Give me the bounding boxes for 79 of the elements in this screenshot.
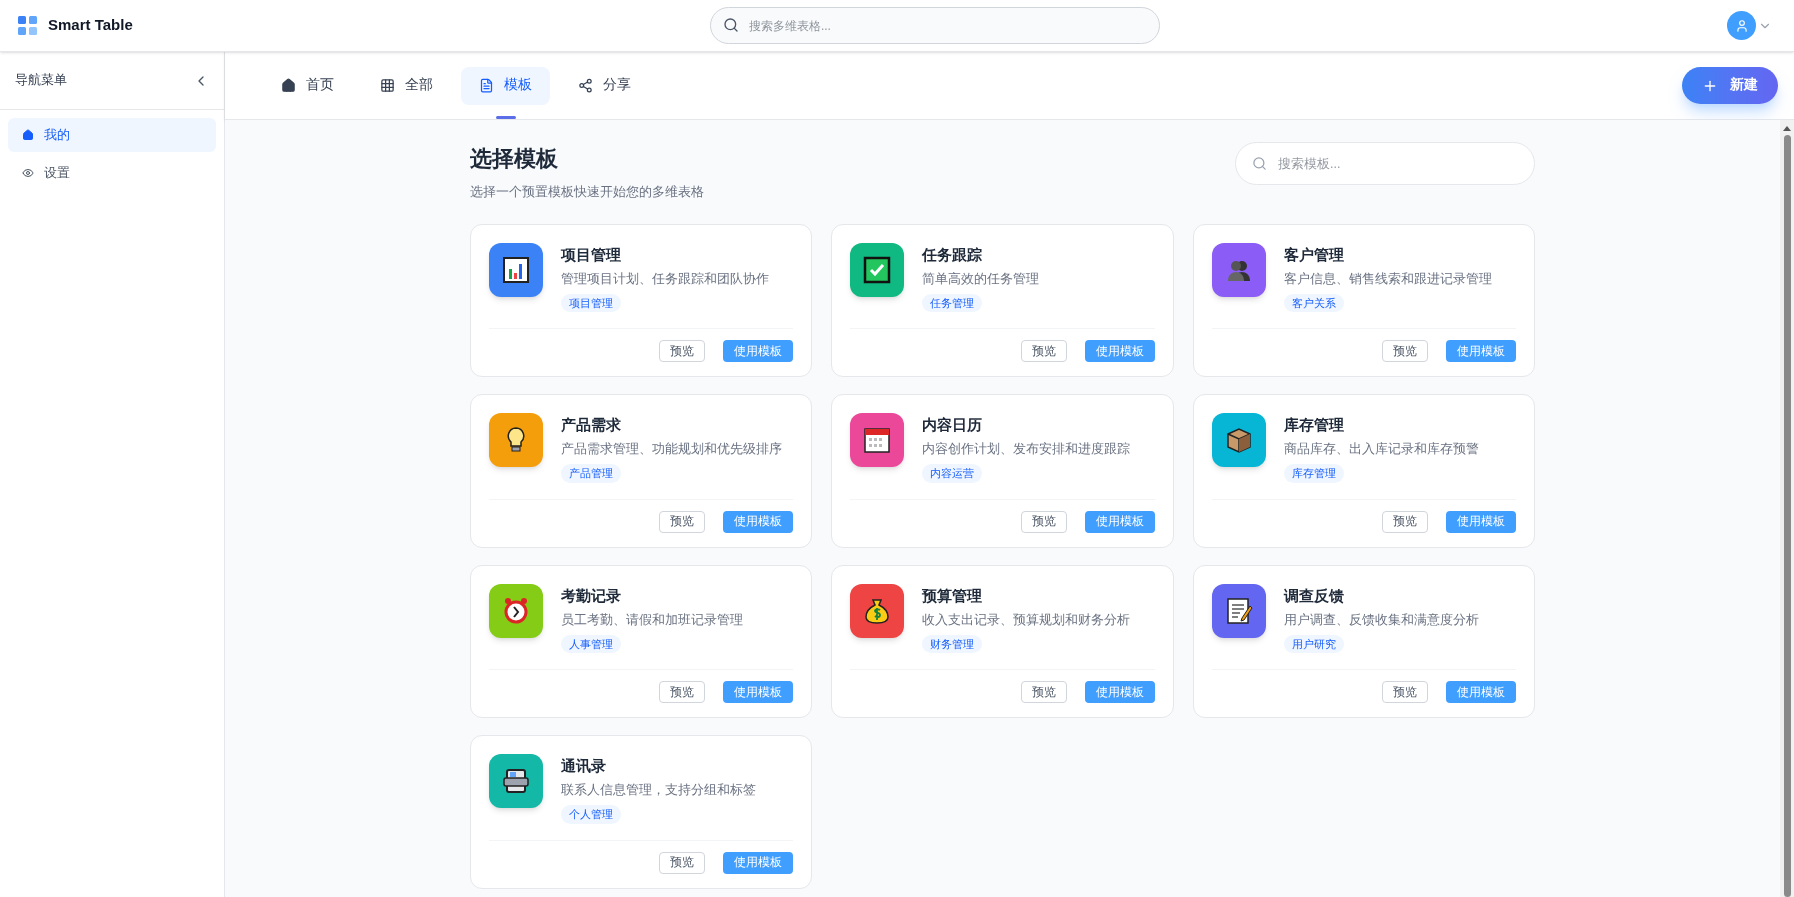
template-card[interactable]: 调查反馈 用户调查、反馈收集和满意度分析 用户研究 预览 使用模板 xyxy=(1192,564,1535,719)
template-card[interactable]: 预算管理 收入支出记录、预算规划和财务分析 财务管理 预览 使用模板 xyxy=(831,564,1174,719)
share-icon xyxy=(578,78,593,93)
template-card[interactable]: 内容日历 内容创作计划、发布安排和进度跟踪 内容运营 预览 使用模板 xyxy=(831,394,1174,548)
calendar-icon xyxy=(862,425,893,456)
template-title: 任务跟踪 xyxy=(922,244,983,265)
category-tag: 人事管理 xyxy=(561,634,621,654)
search-icon xyxy=(1252,156,1267,171)
template-card[interactable]: 客户管理 客户信息、销售线索和跟进记录管理 客户关系 预览 使用模板 xyxy=(1192,223,1535,378)
preview-button[interactable]: 预览 xyxy=(1382,510,1428,533)
sidebar-item[interactable]: 我的 xyxy=(8,118,216,152)
app-name: Smart Table xyxy=(48,15,133,36)
document-icon xyxy=(479,78,494,93)
preview-button[interactable]: 预览 xyxy=(659,851,706,874)
preview-button[interactable]: 预览 xyxy=(659,681,706,704)
bar-chart-icon xyxy=(501,254,531,285)
template-description: 简单高效的任务管理 xyxy=(922,270,1040,288)
home-icon xyxy=(281,78,296,93)
template-search-field[interactable]: 搜索模板... xyxy=(1235,142,1535,185)
category-tag: 任务管理 xyxy=(922,293,983,313)
template-description: 管理项目计划、任务跟踪和团队协作 xyxy=(561,270,769,288)
page-title: 选择模板 xyxy=(470,145,559,173)
preview-button[interactable]: 预览 xyxy=(1020,340,1067,363)
search-icon xyxy=(722,17,739,33)
preview-button[interactable]: 预览 xyxy=(1020,510,1067,533)
preview-button[interactable]: 预览 xyxy=(1382,340,1428,363)
sidebar-title: 导航菜单 xyxy=(15,72,67,90)
template-card[interactable]: 库存管理 商品库存、出入库记录和库存预警 库存管理 预览 使用模板 xyxy=(1192,394,1535,548)
template-title: 预算管理 xyxy=(922,585,983,606)
template-card[interactable]: 考勤记录 员工考勤、请假和加班记录管理 人事管理 预览 使用模板 xyxy=(470,564,813,719)
template-description: 商品库存、出入库记录和库存预警 xyxy=(1283,441,1479,459)
home-icon xyxy=(22,129,34,141)
template-title: 项目管理 xyxy=(561,244,621,265)
template-description: 用户调查、反馈收集和满意度分析 xyxy=(1283,611,1479,629)
scrollbar[interactable] xyxy=(1780,120,1794,897)
template-title: 考勤记录 xyxy=(561,585,621,606)
nav-tab[interactable]: 首页 xyxy=(263,66,352,105)
page-subtitle: 选择一个预置模板快速开始您的多维表格 xyxy=(470,184,704,201)
template-title: 库存管理 xyxy=(1283,415,1344,436)
checkbox-icon xyxy=(862,254,893,285)
template-title: 客户管理 xyxy=(1283,244,1344,265)
template-card[interactable]: 产品需求 产品需求管理、功能规划和优先级排序 产品管理 预览 使用模板 xyxy=(470,394,813,548)
user-avatar[interactable] xyxy=(1727,11,1756,40)
new-button[interactable]: 新建 xyxy=(1682,67,1778,104)
preview-button[interactable]: 预览 xyxy=(659,340,706,363)
template-description: 员工考勤、请假和加班记录管理 xyxy=(561,611,743,629)
preview-button[interactable]: 预览 xyxy=(1382,681,1428,704)
eye-icon xyxy=(22,167,34,179)
template-title: 内容日历 xyxy=(922,415,983,436)
search-field[interactable]: 搜索多维表格... xyxy=(709,7,1160,44)
template-description: 收入支出记录、预算规划和财务分析 xyxy=(922,611,1131,629)
template-description: 客户信息、销售线索和跟进记录管理 xyxy=(1283,270,1492,288)
scroll-up-icon[interactable] xyxy=(1783,126,1791,131)
sidebar-item[interactable]: 设置 xyxy=(8,156,216,190)
template-card[interactable]: 项目管理 管理项目计划、任务跟踪和团队协作 项目管理 预览 使用模板 xyxy=(470,223,813,378)
template-card[interactable]: 通讯录 联系人信息管理，支持分组和标签 个人管理 预览 使用模板 xyxy=(470,735,813,889)
nav-tab[interactable]: 全部 xyxy=(362,66,451,105)
category-tag: 项目管理 xyxy=(561,293,621,313)
nav-tab[interactable]: 分享 xyxy=(560,66,649,105)
category-tag: 用户研究 xyxy=(1283,634,1344,654)
template-title: 产品需求 xyxy=(561,415,621,436)
category-tag: 库存管理 xyxy=(1283,464,1344,483)
category-tag: 客户关系 xyxy=(1283,293,1344,313)
grid-icon xyxy=(380,78,395,93)
category-tag: 内容运营 xyxy=(922,464,983,483)
category-tag: 财务管理 xyxy=(922,634,983,654)
nav-tab[interactable]: 模板 xyxy=(461,66,550,105)
user-icon xyxy=(1734,18,1749,33)
template-description: 内容创作计划、发布安排和进度跟踪 xyxy=(922,441,1131,459)
template-title: 调查反馈 xyxy=(1283,585,1344,606)
preview-button[interactable]: 预览 xyxy=(1020,681,1067,704)
template-description: 产品需求管理、功能规划和优先级排序 xyxy=(561,441,782,459)
category-tag: 个人管理 xyxy=(561,805,621,824)
template-card[interactable]: 任务跟踪 简单高效的任务管理 任务管理 预览 使用模板 xyxy=(831,223,1174,378)
logo-icon xyxy=(18,15,38,36)
category-tag: 产品管理 xyxy=(561,464,621,483)
preview-button[interactable]: 预览 xyxy=(659,510,706,533)
template-title: 通讯录 xyxy=(561,756,606,777)
template-description: 联系人信息管理，支持分组和标签 xyxy=(561,782,756,800)
